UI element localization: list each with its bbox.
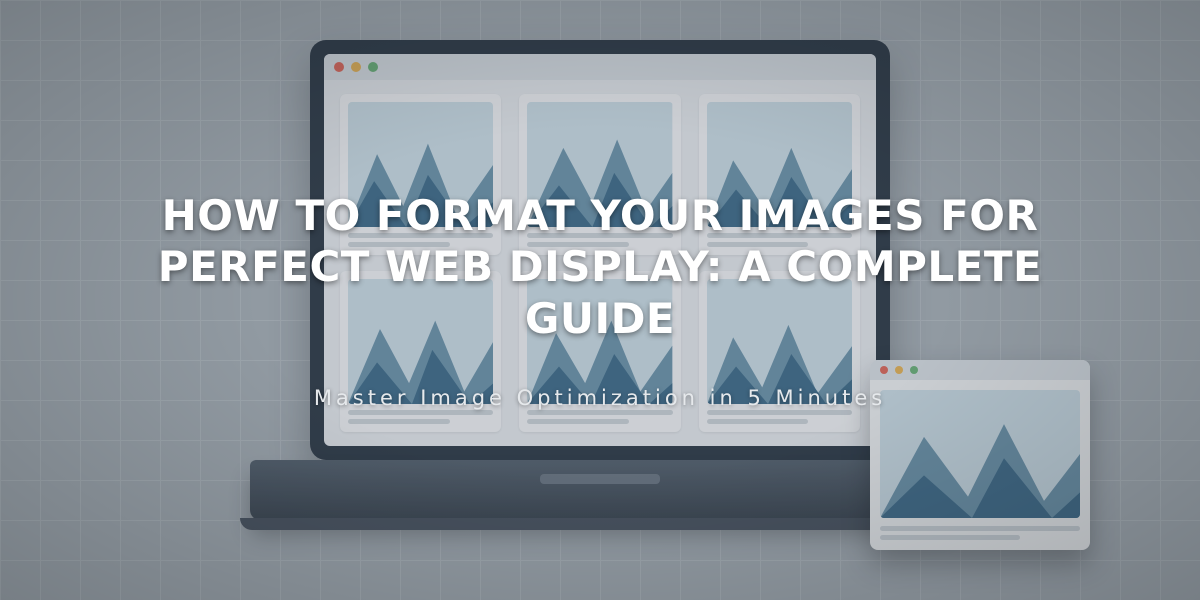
hero-subtitle: Master Image Optimization in 5 Minutes (314, 386, 886, 410)
hero-text: HOW TO FORMAT YOUR IMAGES FOR PERFECT WE… (0, 0, 1200, 600)
hero-banner: HOW TO FORMAT YOUR IMAGES FOR PERFECT WE… (0, 0, 1200, 600)
hero-title: HOW TO FORMAT YOUR IMAGES FOR PERFECT WE… (90, 190, 1110, 344)
